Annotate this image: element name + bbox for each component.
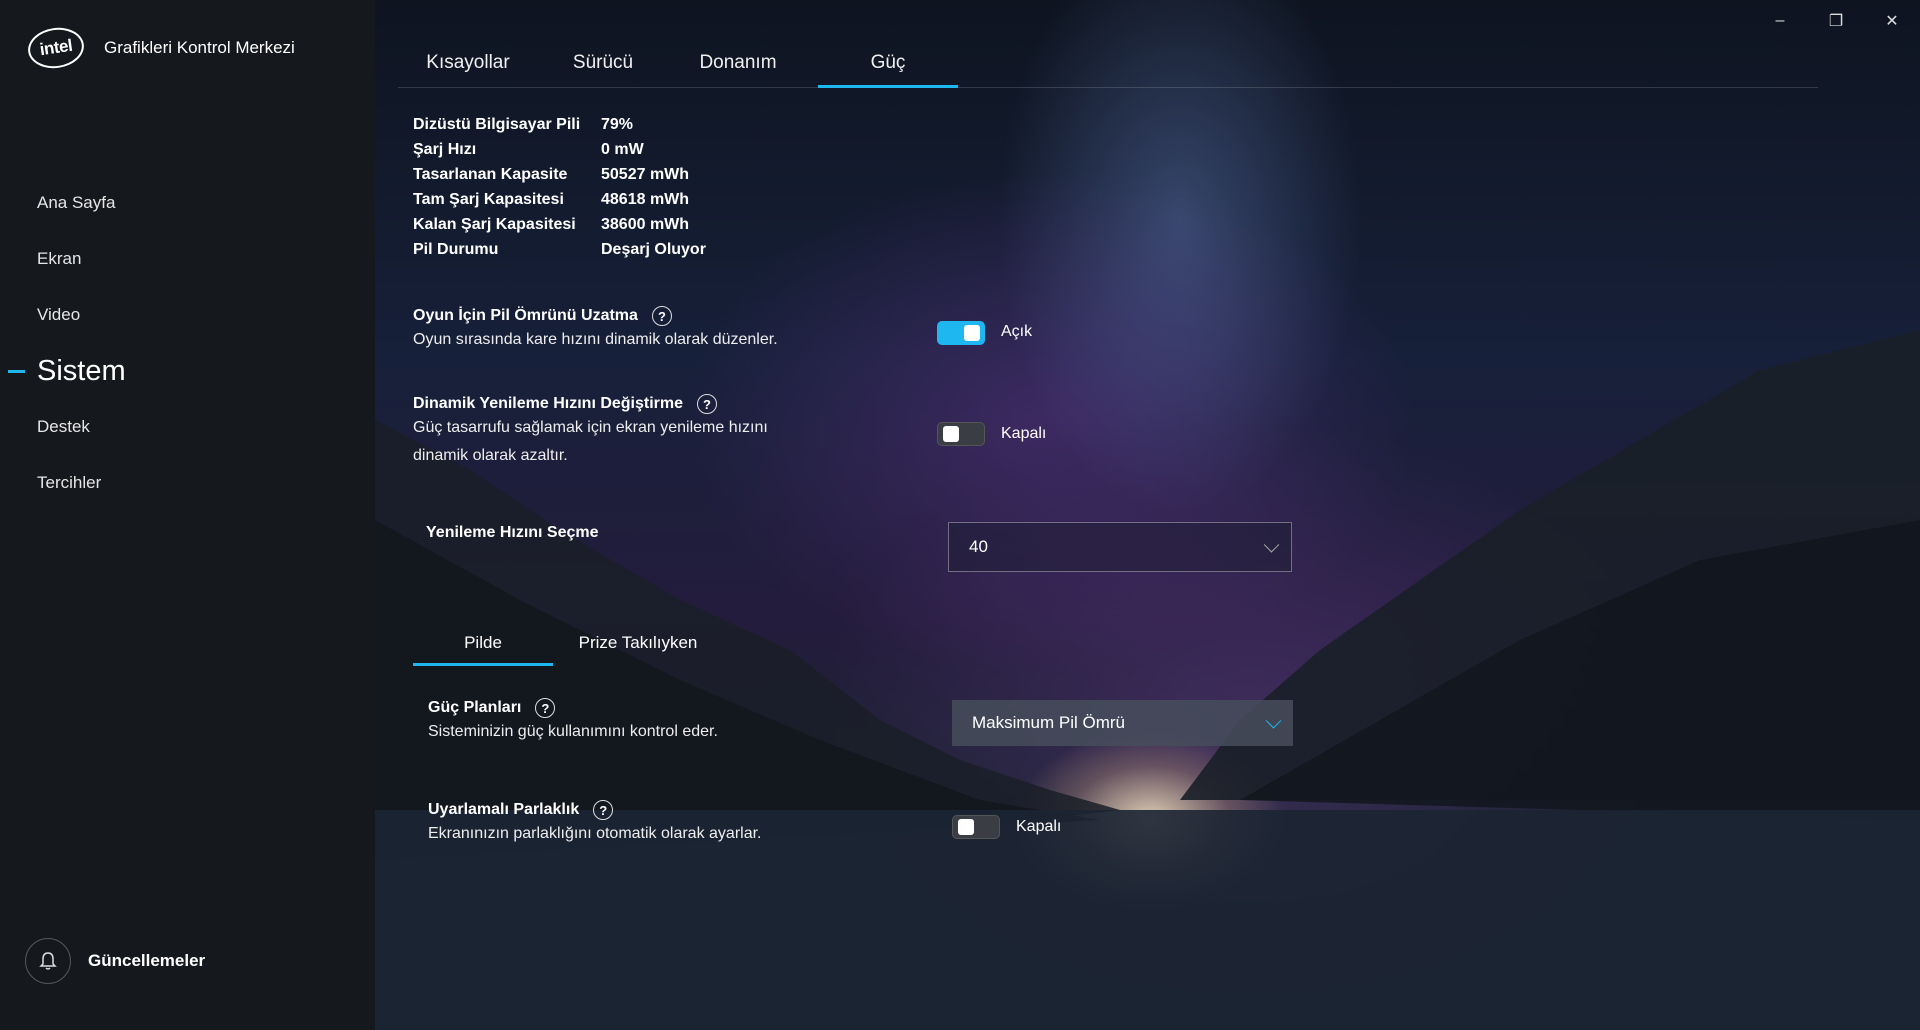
battery-info-row: Kalan Şarj Kapasitesi 38600 mWh <box>413 212 706 237</box>
battery-info-row: Tasarlanan Kapasite 50527 mWh <box>413 162 706 187</box>
adaptive-brightness-state: Kapalı <box>1016 818 1062 835</box>
subtab-prize-takiliyken[interactable]: Prize Takılıyken <box>563 620 713 666</box>
power-plan-select[interactable]: Maksimum Pil Ömrü <box>952 700 1293 746</box>
power-plans-title-row: Güç Planları ? <box>428 698 718 718</box>
dynamic-refresh-title-row: Dinamik Yenileme Hızını Değiştirme ? <box>413 394 768 414</box>
battery-info-table: Dizüstü Bilgisayar Pili 79% Şarj Hızı 0 … <box>413 112 706 262</box>
battery-info-row: Dizüstü Bilgisayar Pili 79% <box>413 112 706 137</box>
info-value: 38600 mWh <box>601 215 690 233</box>
info-key: Tasarlanan Kapasite <box>413 165 568 183</box>
info-key: Pil Durumu <box>413 240 499 258</box>
minimize-button[interactable]: – <box>1752 10 1808 32</box>
info-value: Deşarj Oluyor <box>601 240 706 258</box>
chevron-down-icon <box>1263 537 1280 553</box>
game-battery-toggle[interactable] <box>937 321 985 345</box>
help-icon[interactable]: ? <box>593 800 614 820</box>
refresh-rate-select[interactable]: 40 <box>948 522 1292 572</box>
restore-button[interactable]: ❐ <box>1808 10 1864 32</box>
game-battery-state: Açık <box>1001 323 1033 340</box>
adaptive-brightness-toggle[interactable] <box>952 815 1000 839</box>
info-key: Şarj Hızı <box>413 140 477 158</box>
dynamic-refresh-title: Dinamik Yenileme Hızını Değiştirme <box>413 395 684 412</box>
power-plans-desc: Sisteminizin güç kullanımını kontrol ede… <box>428 723 718 740</box>
subtab-pilde[interactable]: Pilde <box>413 620 553 666</box>
game-battery-desc: Oyun sırasında kare hızını dinamik olara… <box>413 331 778 348</box>
help-icon[interactable]: ? <box>697 394 718 414</box>
power-plans-setting: Güç Planları ? Sisteminizin güç kullanım… <box>428 698 718 746</box>
info-value: 48618 mWh <box>601 190 690 208</box>
dynamic-refresh-desc-line1: Güç tasarrufu sağlamak için ekran yenile… <box>413 419 768 436</box>
dynamic-refresh-setting: Dinamik Yenileme Hızını Değiştirme ? Güç… <box>413 394 768 470</box>
refresh-select-title: Yenileme Hızını Seçme <box>426 524 599 541</box>
power-plan-value: Maksimum Pil Ömrü <box>972 713 1126 732</box>
info-value: 50527 mWh <box>601 165 690 183</box>
dynamic-refresh-state: Kapalı <box>1001 425 1047 442</box>
game-battery-title: Oyun İçin Pil Ömrünü Uzatma <box>413 307 638 324</box>
info-key: Tam Şarj Kapasitesi <box>413 190 564 208</box>
battery-info-row: Şarj Hızı 0 mW <box>413 137 706 162</box>
game-battery-setting: Oyun İçin Pil Ömrünü Uzatma ? Oyun sıras… <box>413 306 778 354</box>
battery-info-row: Tam Şarj Kapasitesi 48618 mWh <box>413 187 706 212</box>
info-key: Kalan Şarj Kapasitesi <box>413 215 576 233</box>
help-icon[interactable]: ? <box>651 306 672 326</box>
main-content: Dizüstü Bilgisayar Pili 79% Şarj Hızı 0 … <box>0 0 1920 1030</box>
info-value: 0 mW <box>601 140 644 158</box>
chevron-down-icon <box>1265 713 1282 729</box>
close-button[interactable]: ✕ <box>1864 10 1920 32</box>
toggle-knob <box>964 325 980 341</box>
battery-info-row: Pil Durumu Deşarj Oluyor <box>413 237 706 262</box>
toggle-knob <box>958 819 974 835</box>
window-controls: – ❐ ✕ <box>1752 10 1920 32</box>
info-value: 79% <box>601 115 634 133</box>
toggle-knob <box>943 426 959 442</box>
refresh-rate-value: 40 <box>969 537 988 556</box>
adaptive-brightness-setting: Uyarlamalı Parlaklık ? Ekranınızın parla… <box>428 800 762 848</box>
adaptive-brightness-desc: Ekranınızın parlaklığını otomatik olarak… <box>428 825 762 842</box>
power-plans-title: Güç Planları <box>428 699 522 716</box>
adaptive-brightness-title: Uyarlamalı Parlaklık <box>428 801 580 818</box>
game-battery-title-row: Oyun İçin Pil Ömrünü Uzatma ? <box>413 306 778 326</box>
dynamic-refresh-desc-line2: dinamik olarak azaltır. <box>413 447 568 464</box>
dynamic-refresh-toggle[interactable] <box>937 422 985 446</box>
info-key: Dizüstü Bilgisayar Pili <box>413 115 581 133</box>
adaptive-brightness-title-row: Uyarlamalı Parlaklık ? <box>428 800 762 820</box>
help-icon[interactable]: ? <box>535 698 556 718</box>
